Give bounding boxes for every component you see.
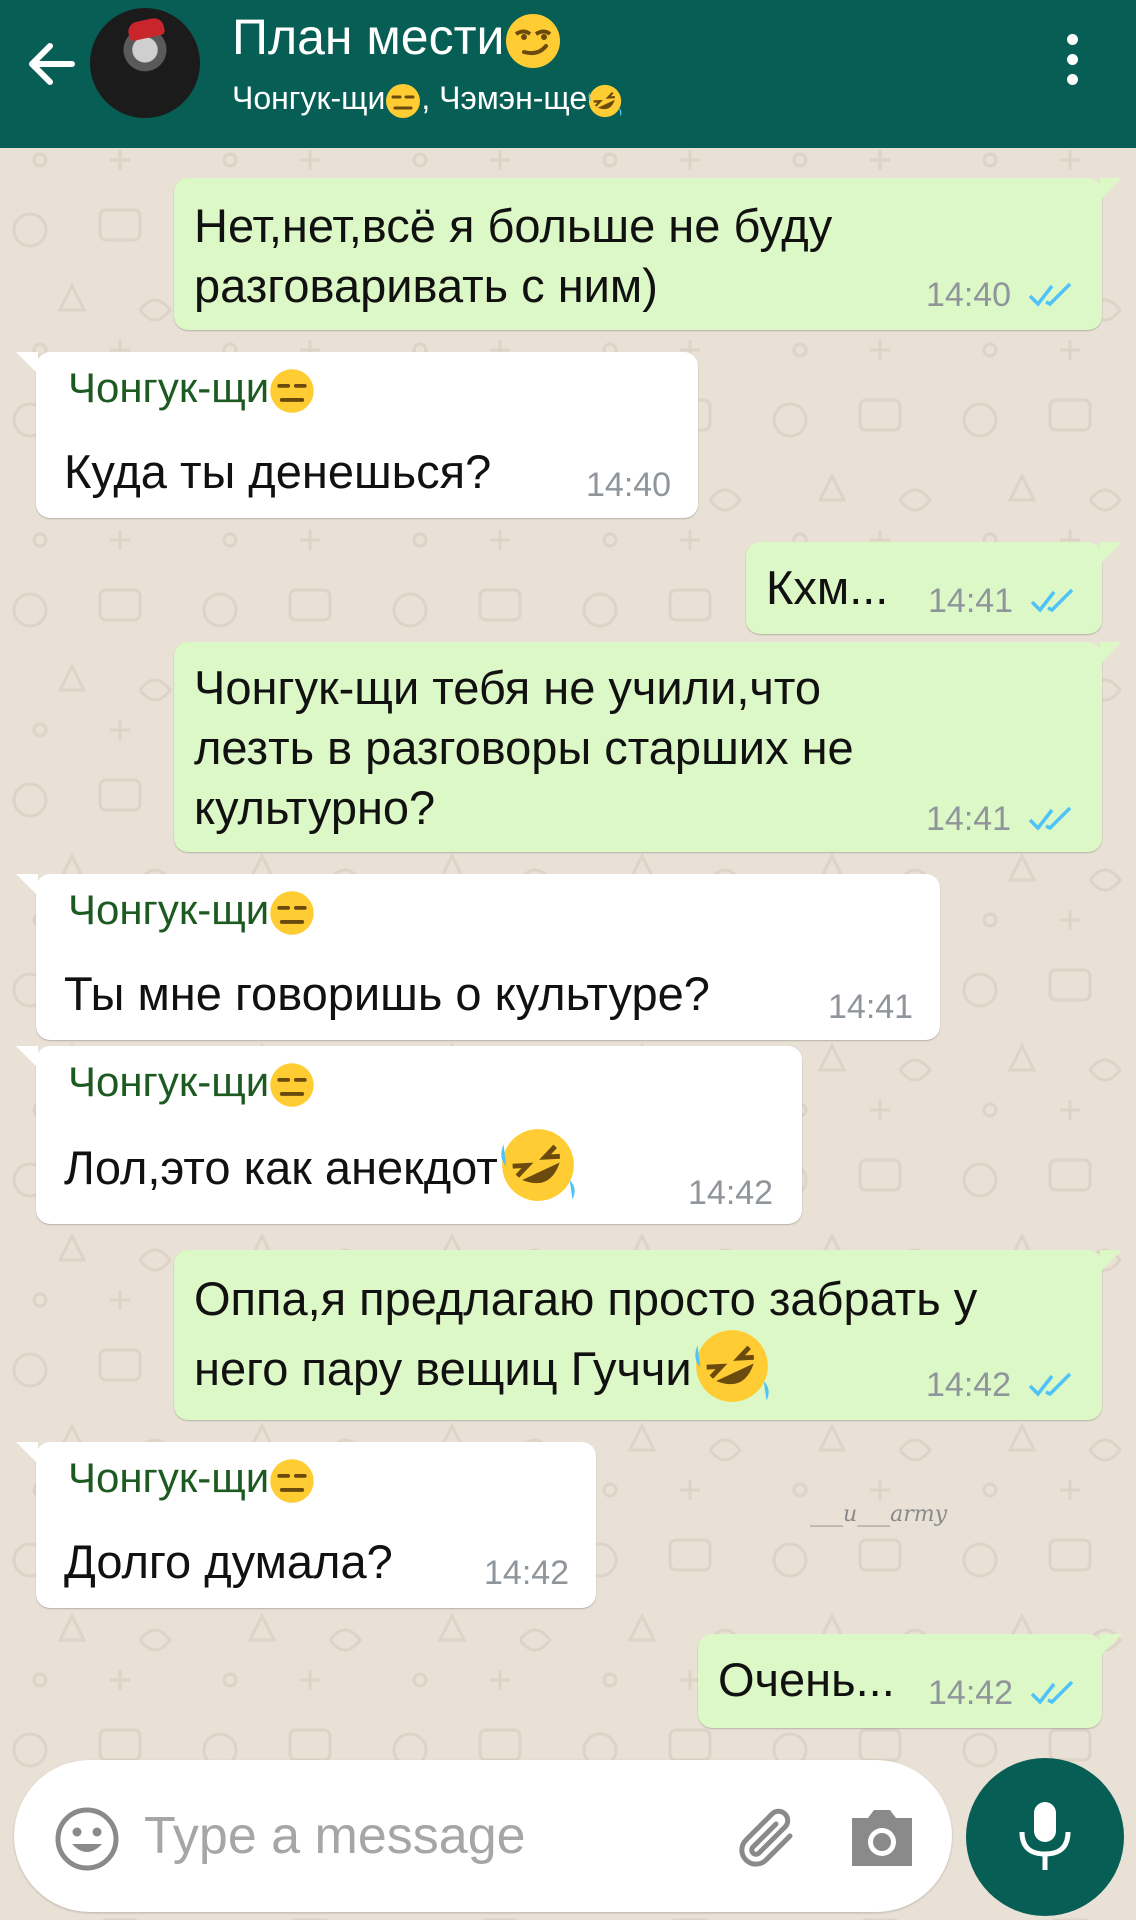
rofl-emoji (694, 1329, 769, 1402)
message-time: 14:41 (926, 800, 1012, 838)
chat-participants: Чонгук-щи , Чэмэн-ще (232, 80, 623, 119)
message-text: Ты мне говоришь о культуре? (64, 967, 710, 1020)
sender-name: Чонгук-щи (68, 1452, 315, 1504)
message-bubble-outgoing[interactable]: Очень... 14:42 (698, 1634, 1122, 1728)
expressionless-emoji (270, 1063, 314, 1107)
message-text: Долго думала? (64, 1535, 393, 1588)
message-time: 14:42 (688, 1174, 774, 1212)
rofl-emoji (501, 1128, 575, 1201)
message-time: 14:42 (928, 1674, 1014, 1712)
message-text: Куда ты денешься? (64, 445, 492, 498)
message-time: 14:41 (928, 582, 1014, 620)
message-time: 14:40 (926, 276, 1012, 314)
mic-button[interactable] (966, 1758, 1124, 1916)
message-bubble-outgoing[interactable]: Нет,нет,всё я больше не буду разговарива… (174, 178, 1122, 330)
expressionless-emoji (386, 83, 421, 118)
message-bubble-incoming[interactable]: Чонгук-щи Лол,это как анекдот 14:42 (16, 1046, 802, 1224)
message-text: Лол,это как анекдот (64, 1128, 578, 1205)
message-bubble-outgoing[interactable]: Кхм... 14:41 (746, 542, 1122, 634)
message-input[interactable] (144, 1796, 704, 1876)
expressionless-emoji (270, 891, 314, 935)
message-bubble-incoming[interactable]: Чонгук-щи Долго думала? 14:42 (16, 1442, 596, 1608)
group-avatar[interactable] (90, 8, 200, 118)
chat-title[interactable]: План мести (232, 8, 562, 70)
message-text: Чонгук-щи тебя не учили,что лезть в разг… (194, 661, 854, 834)
message-composer (14, 1760, 952, 1912)
double-check-icon (1030, 588, 1074, 613)
chat-header: План мести Чонгук-щи , Чэмэн-ще (0, 0, 1136, 148)
double-check-icon (1028, 282, 1072, 307)
message-text: Нет,нет,всё я больше не буду разговарива… (194, 199, 833, 312)
message-bubble-incoming[interactable]: Чонгук-щи Ты мне говоришь о культуре? 14… (16, 874, 940, 1040)
message-text: Оппа,я предлагаю просто забрать у него п… (194, 1264, 977, 1406)
double-check-icon (1028, 1372, 1072, 1397)
paperclip-icon[interactable] (732, 1800, 806, 1874)
more-vertical-icon[interactable] (1054, 34, 1090, 94)
message-text: Кхм... (766, 561, 889, 614)
message-time: 14:41 (828, 988, 914, 1026)
camera-icon[interactable] (846, 1804, 918, 1870)
sender-name: Чонгук-щи (68, 1056, 315, 1108)
participants-separator: , (421, 80, 440, 116)
mic-icon (1019, 1802, 1071, 1870)
expressionless-emoji (270, 1459, 314, 1503)
sender-name: Чонгук-щи (68, 362, 315, 414)
participant-name: Чэмэн-ще (439, 80, 588, 116)
double-check-icon (1030, 1680, 1074, 1705)
double-check-icon (1028, 806, 1072, 831)
message-time: 14:42 (926, 1366, 1012, 1404)
participant-name: Чонгук-щи (232, 80, 386, 116)
message-bubble-outgoing[interactable]: Чонгук-щи тебя не учили,что лезть в разг… (174, 642, 1122, 852)
chat-title-text: План мести (232, 9, 505, 65)
watermark: ___u___army (810, 1502, 948, 1527)
message-bubble-outgoing[interactable]: Оппа,я предлагаю просто забрать у него п… (174, 1250, 1122, 1420)
message-time: 14:42 (484, 1554, 570, 1592)
message-bubble-incoming[interactable]: Чонгук-щи Куда ты денешься? 14:40 (16, 352, 698, 518)
rofl-emoji (588, 84, 622, 117)
arrow-left-icon[interactable] (22, 36, 78, 92)
smirk-emoji (506, 13, 561, 68)
expressionless-emoji (270, 369, 314, 413)
message-time: 14:40 (586, 466, 672, 504)
smiley-icon[interactable] (54, 1806, 120, 1872)
message-text: Очень... (718, 1653, 895, 1706)
sender-name: Чонгук-щи (68, 884, 315, 936)
